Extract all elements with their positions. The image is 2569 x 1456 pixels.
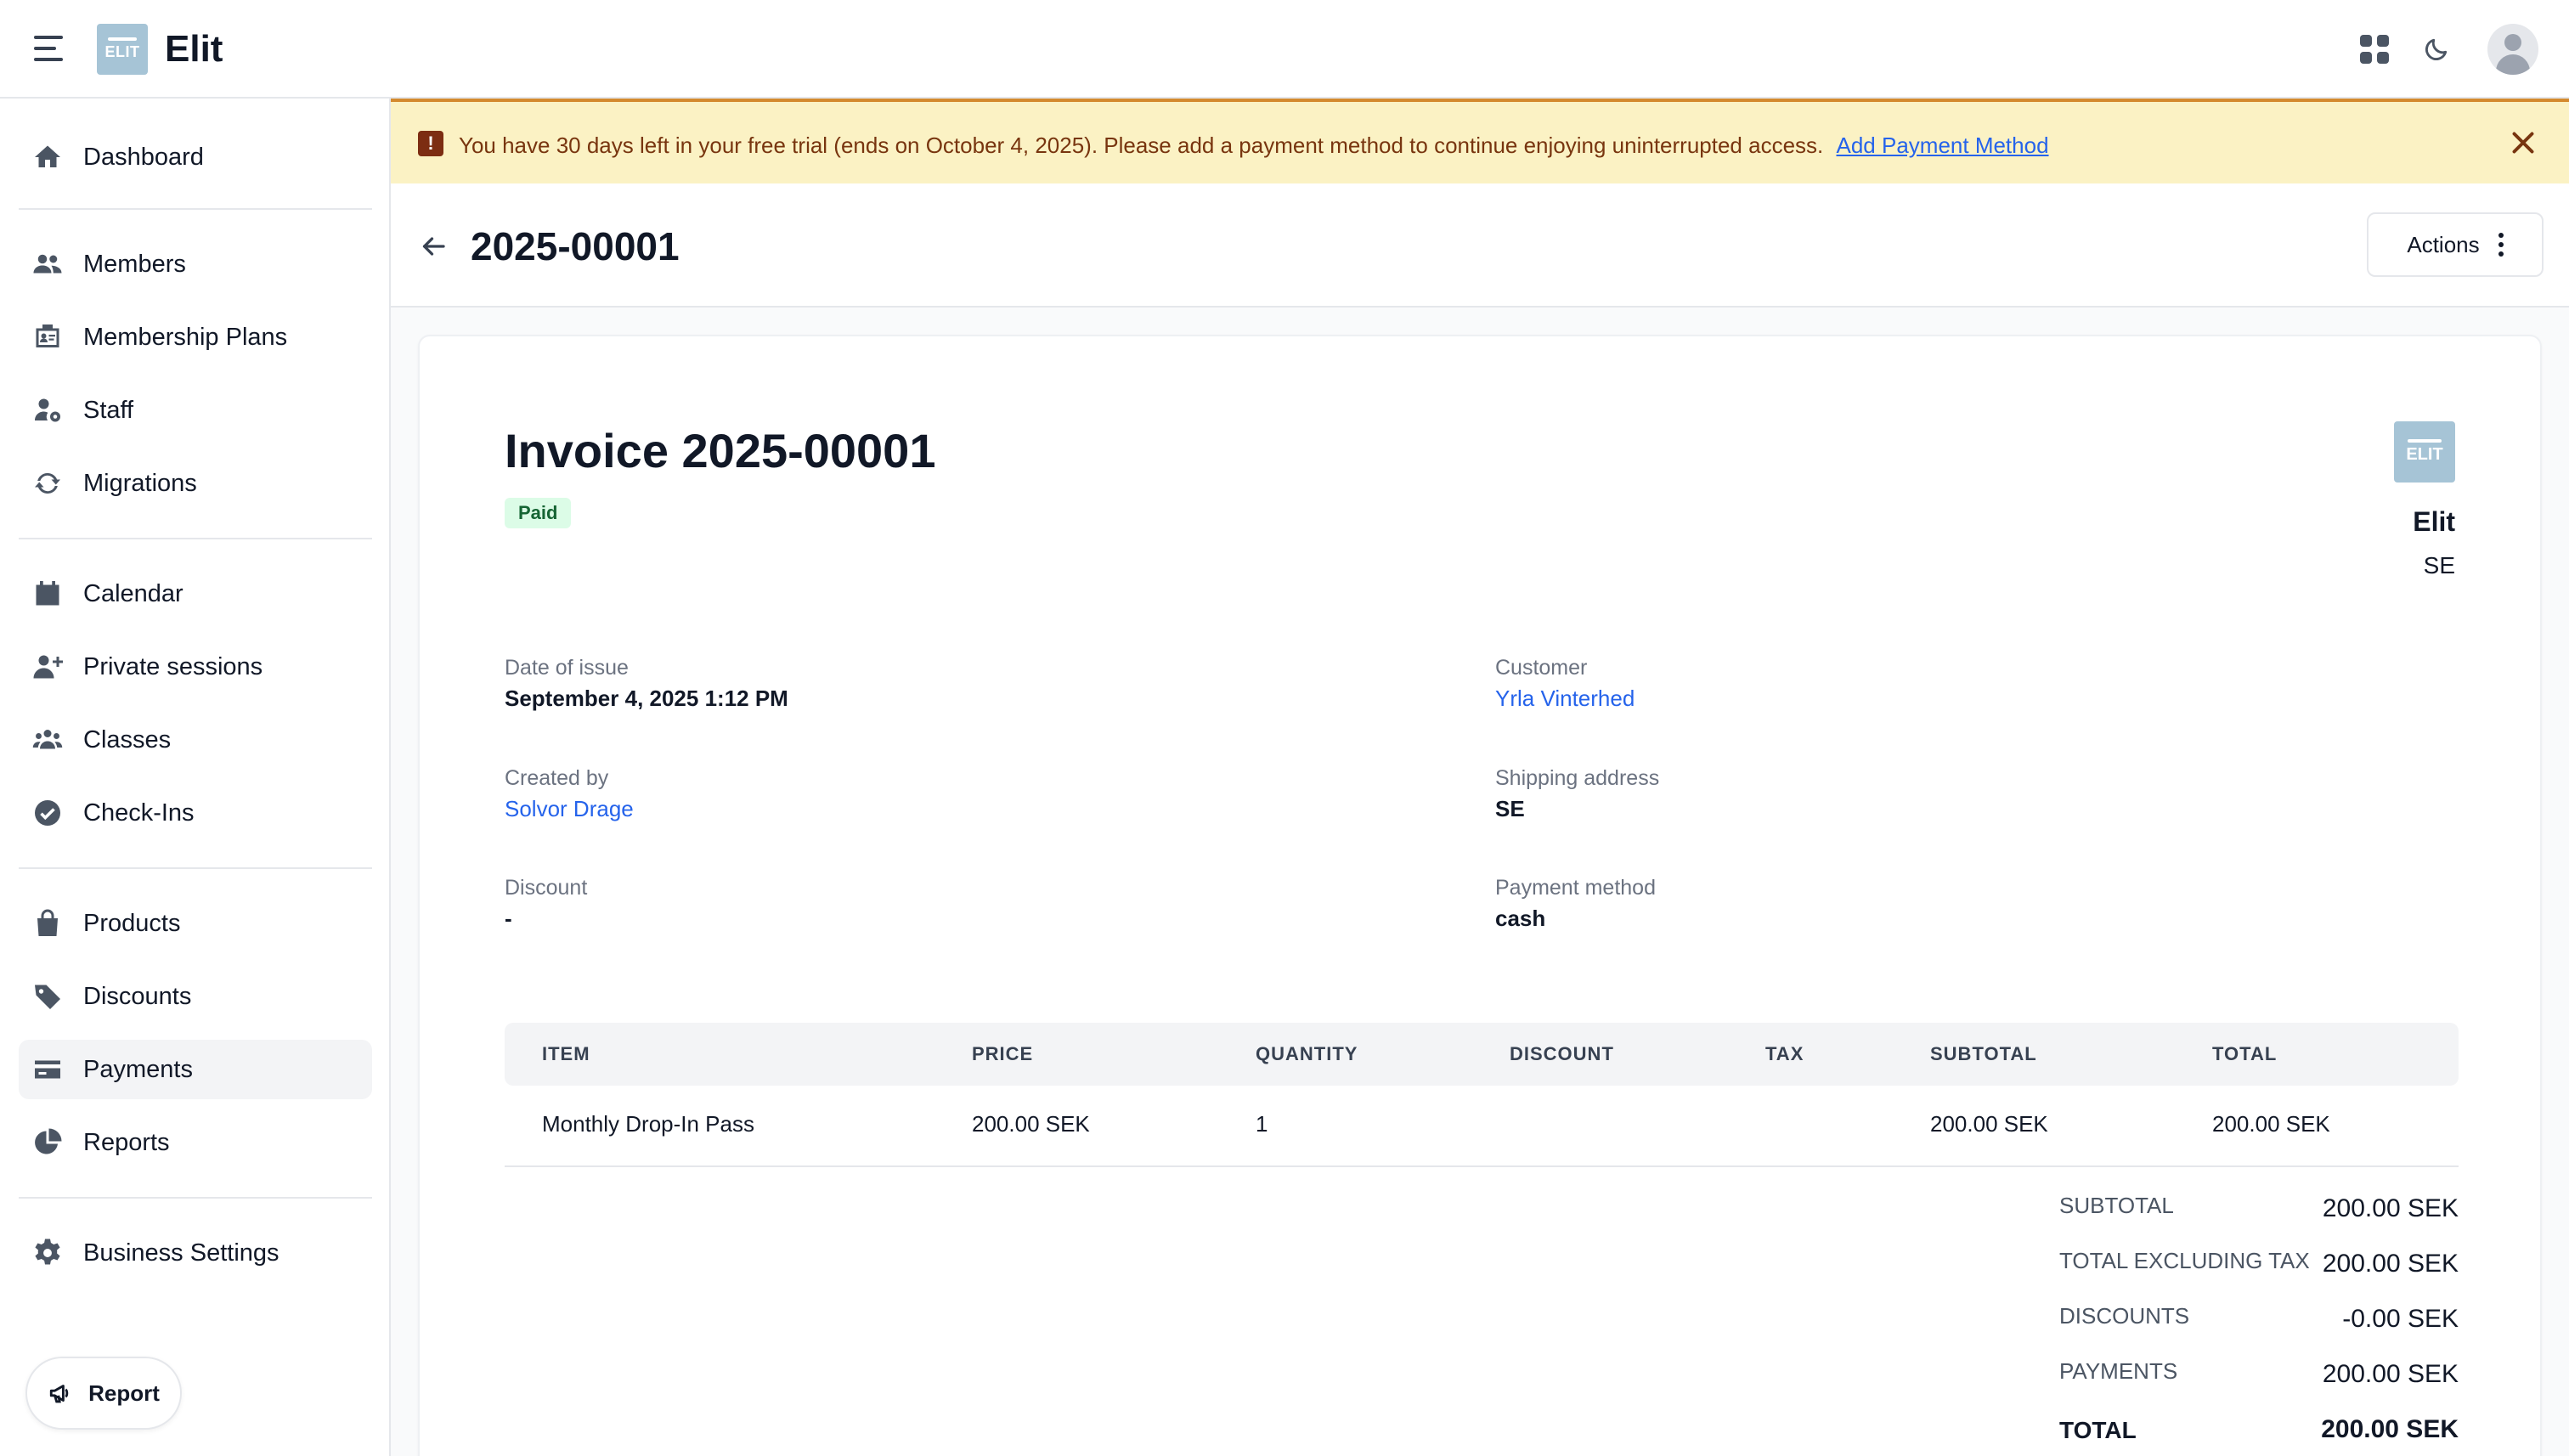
sync-icon: [31, 466, 65, 500]
sidebar-item-payments[interactable]: Payments: [19, 1040, 372, 1099]
created-by-field: Created by Solvor Drage: [505, 765, 634, 824]
table-row: Monthly Drop-In Pass 200.00 SEK 1 200.00…: [505, 1086, 2459, 1167]
invoice-card: Invoice 2025-00001 Paid ELIT Elit SE Dat…: [418, 335, 2542, 1456]
shopping-bag-icon: [31, 906, 65, 940]
business-name: Elit: [2413, 506, 2455, 537]
sidebar-item-products[interactable]: Products: [19, 894, 372, 953]
invoice-totals: SUBTOTAL 200.00 SEK TOTAL EXCLUDING TAX …: [2059, 1177, 2459, 1453]
sidebar-divider: [19, 538, 372, 539]
apps-grid-icon[interactable]: [2360, 35, 2389, 64]
sidebar-item-membership-plans[interactable]: Membership Plans: [19, 308, 372, 367]
customer-link[interactable]: Yrla Vinterhed: [1495, 683, 1635, 714]
column-header: DISCOUNT: [1510, 1043, 1614, 1064]
sidebar-divider: [19, 867, 372, 869]
business-logo: ELIT: [2394, 421, 2455, 483]
menu-icon[interactable]: [34, 36, 63, 61]
user-gear-icon: [31, 393, 65, 427]
item-subtotal: 200.00 SEK: [1930, 1111, 2048, 1137]
date-of-issue-field: Date of issue September 4, 2025 1:12 PM: [505, 656, 788, 711]
item-total: 200.00 SEK: [2212, 1111, 2330, 1137]
sidebar-item-discounts[interactable]: Discounts: [19, 967, 372, 1026]
column-header: ITEM: [542, 1043, 590, 1064]
tag-icon: [31, 979, 65, 1013]
status-badge: Paid: [505, 498, 572, 528]
sidebar-divider: [19, 208, 372, 210]
check-circle-icon: [31, 796, 65, 830]
group-icon: [31, 723, 65, 757]
user-plus-icon: [31, 650, 65, 684]
moon-icon[interactable]: [2423, 36, 2450, 63]
subtotal-row: SUBTOTAL 200.00 SEK: [2059, 1193, 2459, 1222]
sidebar-item-private-sessions[interactable]: Private sessions: [19, 637, 372, 697]
sidebar-item-classes[interactable]: Classes: [19, 710, 372, 770]
business-country: SE: [2423, 552, 2455, 578]
discounts-row: DISCOUNTS -0.00 SEK: [2059, 1303, 2459, 1333]
report-button[interactable]: Report: [25, 1357, 182, 1430]
column-header: SUBTOTAL: [1930, 1043, 2037, 1064]
item-price: 200.00 SEK: [972, 1111, 1090, 1137]
column-header: TOTAL: [2212, 1043, 2278, 1064]
megaphone-icon: [49, 1385, 69, 1403]
shipping-address-field: Shipping address SE: [1495, 766, 1660, 821]
sidebar-item-dashboard[interactable]: Dashboard: [19, 127, 372, 187]
sidebar-item-members[interactable]: Members: [19, 234, 372, 294]
total-excluding-tax-row: TOTAL EXCLUDING TAX 200.00 SEK: [2059, 1248, 2459, 1278]
sidebar-item-reports[interactable]: Reports: [19, 1113, 372, 1172]
trial-banner: ! You have 30 days left in your free tri…: [391, 99, 2569, 183]
app-logo: ELIT: [97, 24, 148, 75]
home-icon: [31, 140, 65, 174]
top-bar: ELIT Elit: [0, 0, 2569, 99]
page-title: 2025-00001: [471, 224, 680, 268]
payments-row: PAYMENTS 200.00 SEK: [2059, 1358, 2459, 1388]
trial-message-text: You have 30 days left in your free trial…: [459, 133, 1824, 158]
grand-total-row: TOTAL 200.00 SEK: [2059, 1415, 2459, 1443]
gear-icon: [31, 1236, 65, 1270]
column-header: TAX: [1765, 1043, 1804, 1064]
sidebar-item-migrations[interactable]: Migrations: [19, 454, 372, 513]
invoice-items-table: ITEM PRICE QUANTITY DISCOUNT TAX SUBTOTA…: [505, 1023, 2459, 1167]
actions-button[interactable]: Actions: [2367, 212, 2544, 277]
table-header: ITEM PRICE QUANTITY DISCOUNT TAX SUBTOTA…: [505, 1023, 2459, 1086]
page-header: 2025-00001 Actions: [391, 183, 2569, 308]
item-quantity: 1: [1256, 1111, 1268, 1137]
discount-field: Discount -: [505, 876, 588, 931]
sidebar: Dashboard Members Membership Plans Staff…: [0, 99, 391, 1456]
column-header: PRICE: [972, 1043, 1034, 1064]
payment-method-field: Payment method cash: [1495, 876, 1656, 931]
sidebar-divider: [19, 1197, 372, 1199]
calendar-icon: [31, 577, 65, 611]
sidebar-item-staff[interactable]: Staff: [19, 381, 372, 440]
sidebar-item-check-ins[interactable]: Check-Ins: [19, 783, 372, 843]
pie-chart-icon: [31, 1126, 65, 1160]
close-icon[interactable]: [2508, 127, 2538, 158]
add-payment-method-link[interactable]: Add Payment Method: [1837, 133, 2049, 158]
users-icon: [31, 247, 65, 281]
sidebar-item-calendar[interactable]: Calendar: [19, 564, 372, 624]
top-right-controls: [2360, 24, 2538, 75]
back-arrow-icon[interactable]: [418, 231, 449, 262]
credit-card-icon: [31, 1052, 65, 1086]
kebab-menu-icon: [2498, 233, 2504, 257]
item-name: Monthly Drop-In Pass: [542, 1111, 754, 1137]
main-content: Invoice 2025-00001 Paid ELIT Elit SE Dat…: [391, 308, 2569, 1456]
invoice-title: Invoice 2025-00001: [505, 424, 936, 477]
sidebar-item-business-settings[interactable]: Business Settings: [19, 1223, 372, 1283]
trial-message: You have 30 days left in your free trial…: [459, 131, 2049, 160]
user-avatar[interactable]: [2487, 24, 2538, 75]
column-header: QUANTITY: [1256, 1043, 1358, 1064]
created-by-link[interactable]: Solvor Drage: [505, 793, 634, 824]
id-card-icon: [31, 320, 65, 354]
customer-field: Customer Yrla Vinterhed: [1495, 654, 1635, 714]
app-name: Elit: [165, 28, 223, 70]
alert-icon: !: [418, 131, 443, 156]
